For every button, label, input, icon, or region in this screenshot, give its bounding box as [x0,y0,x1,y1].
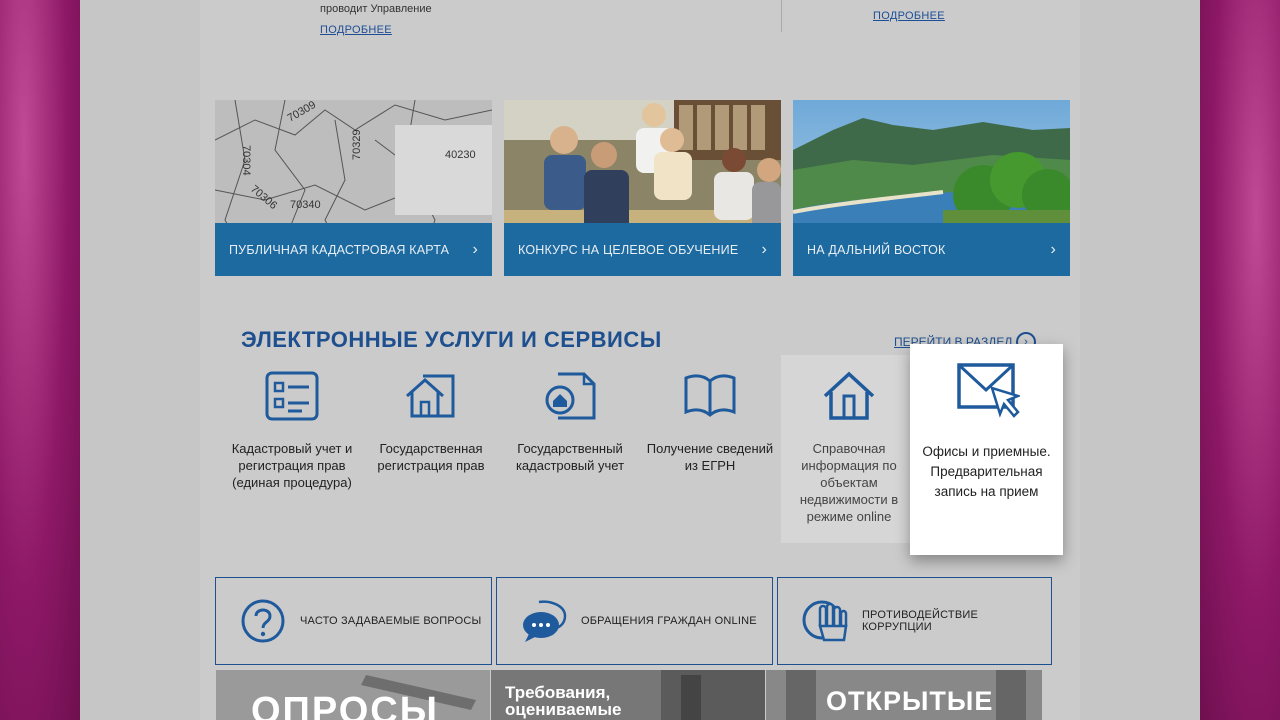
banner-surveys-title: ОПРОСЫ [251,690,439,720]
service-label: Офисы и приемные. Предварительная запись… [922,444,1051,499]
open-book-icon [684,374,736,417]
banner-requirements-line2: оцениваемые [505,700,622,719]
service-state-cadastral[interactable]: Государственный кадастровый учет [505,370,635,474]
map-number-3: 70329 [351,129,363,160]
tile-label: ПУБЛИЧНАЯ КАДАСТРОВАЯ КАРТА [229,242,450,257]
right-backdrop [1200,0,1280,720]
faq-label: ЧАСТО ЗАДАВАЕМЫЕ ВОПРОСЫ [300,615,482,627]
banner-open-data[interactable]: ОТКРЫТЫЕ [766,670,1042,720]
map-number-2: 70304 [240,145,252,176]
service-state-registration[interactable]: Государственная регистрация прав [366,370,496,474]
column-divider [781,0,782,32]
service-reference-info[interactable]: Справочная информация по объектам недвиж… [784,370,914,525]
service-label: Государственная регистрация прав [377,441,485,473]
service-cadastral-registration[interactable]: Кадастровый учет и регистрация прав (еди… [227,370,357,491]
service-label: Государственный кадастровый учет [515,441,625,473]
question-icon [241,599,285,643]
service-egrn-info[interactable]: Получение сведений из ЕГРН [645,370,775,474]
envelope-cursor-icon [957,363,1020,418]
service-label: Получение сведений из ЕГРН [646,441,774,473]
tile-targeted-training[interactable]: КОНКУРС НА ЦЕЛЕВОЕ ОБУЧЕНИЕ › [504,100,781,276]
form-icon [265,371,319,421]
tile-bar: ПУБЛИЧНАЯ КАДАСТРОВАЯ КАРТА › [215,223,492,276]
tile-far-east[interactable]: НА ДАЛЬНИЙ ВОСТОК › [793,100,1070,276]
chevron-right-icon: › [1050,240,1056,258]
faq-box[interactable]: ЧАСТО ЗАДАВАЕМЫЕ ВОПРОСЫ [215,577,492,665]
tile-label: КОНКУРС НА ЦЕЛЕВОЕ ОБУЧЕНИЕ [518,242,739,257]
tile-bar: НА ДАЛЬНИЙ ВОСТОК › [793,223,1070,276]
house-circle-doc-icon [545,372,596,420]
services-section-title: ЭЛЕКТРОННЫЕ УСЛУГИ И СЕРВИСЫ [241,327,662,352]
chevron-right-icon: › [761,240,767,258]
chat-bubble-icon [523,600,567,642]
banner-open-data-title: ОТКРЫТЫЕ [826,686,994,716]
service-label: Справочная информация по объектам недвиж… [799,441,899,524]
left-backdrop [0,0,80,720]
citizen-appeals-box[interactable]: ОБРАЩЕНИЯ ГРАЖДАН ONLINE [496,577,773,665]
news-more-link-left[interactable]: ПОДРОБНЕЕ [320,24,392,36]
news-more-link-right[interactable]: ПОДРОБНЕЕ [873,10,945,22]
service-offices-card[interactable]: Офисы и приемные. Предварительная запись… [910,344,1063,555]
tile-bar: КОНКУРС НА ЦЕЛЕВОЕ ОБУЧЕНИЕ › [504,223,781,276]
banner-surveys[interactable]: ОПРОСЫ [216,670,490,720]
anti-corruption-box[interactable]: ПРОТИВОДЕЙСТВИЕ КОРРУПЦИИ [777,577,1052,665]
service-label: Кадастровый учет и регистрация прав (еди… [231,441,353,490]
news-snippet-text: проводит Управление [320,3,432,15]
anti-corruption-label: ПРОТИВОДЕЙСТВИЕ КОРРУПЦИИ [861,609,978,633]
banner-requirements[interactable]: Требования, оцениваемые [491,670,765,720]
chevron-right-icon: › [472,240,478,258]
hand-stop-icon [802,600,848,642]
map-number-6: 70340 [290,199,321,211]
tile-cadastral-map[interactable]: 70309 70304 70329 40230 70306 70340 ПУБЛ… [215,100,492,276]
map-number-4: 40230 [445,149,476,161]
appeals-label: ОБРАЩЕНИЯ ГРАЖДАН ONLINE [581,615,757,627]
house-icon [823,371,875,420]
tile-label: НА ДАЛЬНИЙ ВОСТОК [807,242,946,257]
house-doc-icon [406,374,455,418]
